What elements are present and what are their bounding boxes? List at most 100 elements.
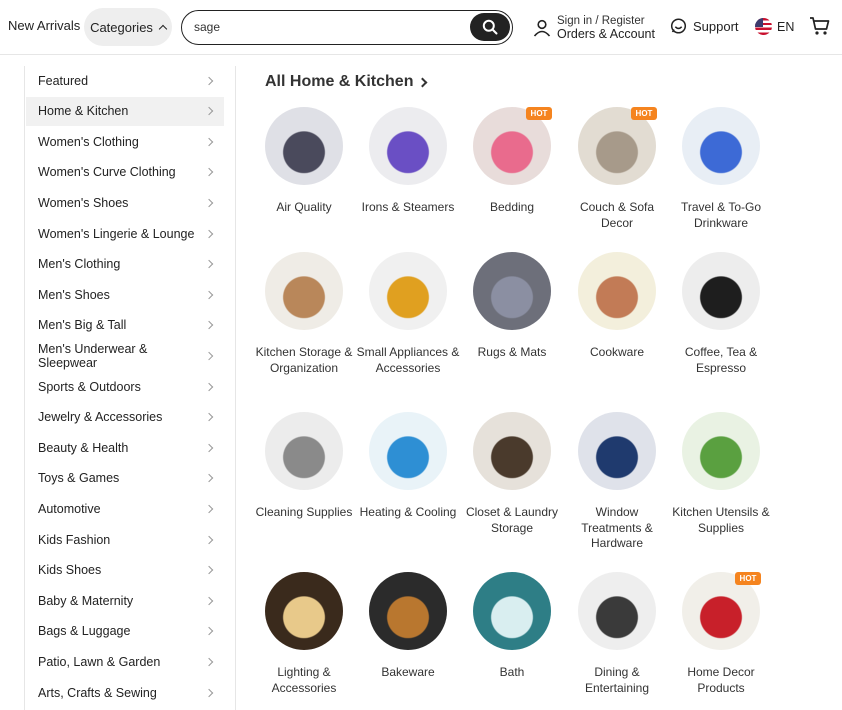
chat-icon <box>670 18 687 34</box>
sidebar-item[interactable]: Bags & Luggage <box>26 617 224 646</box>
sidebar-item[interactable]: Kids Shoes <box>26 556 224 585</box>
search-button[interactable] <box>470 13 510 41</box>
chevron-right-icon <box>204 412 214 422</box>
category-label: Small Appliances & Accessories <box>356 345 460 375</box>
category-tile[interactable]: Travel & To-Go Drinkware <box>669 107 773 231</box>
chevron-right-icon <box>204 535 214 544</box>
category-tile[interactable]: Dining & Entertaining <box>565 572 669 696</box>
category-label: Lighting & Accessories <box>271 665 337 695</box>
sidebar-item-label: Jewelry & Accessories <box>38 410 163 425</box>
category-tile[interactable]: Kitchen Storage & Organization <box>252 252 356 376</box>
sidebar-item-label: Men's Big & Tall <box>38 318 127 333</box>
category-tile[interactable]: Heating & Cooling <box>356 412 460 521</box>
sidebar-item[interactable]: Toys & Games <box>26 464 224 493</box>
chevron-right-icon <box>204 321 214 330</box>
category-label: Bath <box>499 665 525 679</box>
sidebar-item[interactable]: Men's Big & Tall <box>26 311 224 340</box>
category-tile[interactable]: Bakeware <box>356 572 460 681</box>
category-tile[interactable]: HOT Bedding <box>460 107 564 216</box>
category-tile[interactable]: Irons & Steamers <box>356 107 460 216</box>
section-title: All Home & Kitchen <box>265 73 414 90</box>
category-label: Kitchen Storage & Organization <box>255 345 353 375</box>
chevron-right-icon <box>204 168 214 177</box>
sidebar-item[interactable]: Featured <box>26 66 224 95</box>
categories-button[interactable]: Categories <box>84 8 172 46</box>
sidebar-item-label: Sports & Outdoors <box>38 379 141 394</box>
account-menu[interactable]: Sign in / Register Orders & Account <box>533 15 655 41</box>
category-label: Heating & Cooling <box>359 505 457 519</box>
sidebar-item-label: Featured <box>38 73 89 88</box>
sidebar-item-label: Women's Shoes <box>38 195 129 210</box>
cart-icon <box>810 17 830 35</box>
top-header: New Arrivals Categories Sign in / Regist… <box>0 0 842 55</box>
search-bar <box>181 10 513 45</box>
category-image <box>265 107 343 185</box>
sidebar-item[interactable]: Beauty & Health <box>26 433 224 462</box>
category-tile[interactable]: HOT Home Decor Products <box>669 572 773 696</box>
category-image <box>369 252 447 330</box>
category-tile[interactable]: Window Treatments & Hardware <box>565 412 669 552</box>
category-image <box>578 252 656 330</box>
category-tile[interactable]: Closet & Laundry Storage <box>460 412 564 536</box>
category-tile[interactable]: Bath <box>460 572 564 681</box>
category-label: Cookware <box>589 345 645 359</box>
category-tile[interactable]: HOT Couch & Sofa Decor <box>565 107 669 231</box>
categories-label: Categories <box>90 19 153 35</box>
sidebar-item[interactable]: Men's Clothing <box>26 250 224 279</box>
category-image <box>369 107 447 185</box>
category-label: Irons & Steamers <box>361 200 455 214</box>
sidebar-item-label: Women's Curve Clothing <box>38 165 176 180</box>
category-tile[interactable]: Coffee, Tea & Espresso <box>669 252 773 376</box>
new-arrivals-link[interactable]: New Arrivals <box>8 18 80 33</box>
category-tile[interactable]: Small Appliances & Accessories <box>356 252 460 376</box>
category-image <box>473 572 551 650</box>
chevron-right-icon <box>418 77 428 87</box>
sidebar-item[interactable]: Kids Fashion <box>26 525 224 554</box>
chevron-up-icon <box>158 24 168 34</box>
sidebar-item[interactable]: Arts, Crafts & Sewing <box>26 678 224 707</box>
category-image <box>682 107 760 185</box>
category-label: Bedding <box>489 200 535 214</box>
chevron-right-icon <box>204 198 214 208</box>
sidebar-item[interactable]: Women's Shoes <box>26 188 224 217</box>
sidebar-item-label: Men's Underwear & Sleepwear <box>38 341 148 370</box>
sidebar-item[interactable]: Patio, Lawn & Garden <box>26 647 224 676</box>
sidebar-item[interactable]: Women's Clothing <box>26 127 224 156</box>
category-tile[interactable]: Lighting & Accessories <box>252 572 356 696</box>
category-image <box>265 412 343 490</box>
sidebar-item[interactable]: Automotive <box>26 494 224 523</box>
sidebar-item[interactable]: Baby & Maternity <box>26 586 224 615</box>
sidebar-item[interactable]: Women's Lingerie & Lounge <box>26 219 224 248</box>
category-label: Window Treatments & Hardware <box>581 505 653 550</box>
sidebar-item[interactable]: Jewelry & Accessories <box>26 403 224 432</box>
category-image <box>369 412 447 490</box>
category-label: Kitchen Utensils & Supplies <box>672 505 770 535</box>
category-tile[interactable]: Air Quality <box>252 107 356 216</box>
category-tile[interactable]: Kitchen Utensils & Supplies <box>669 412 773 536</box>
category-tile[interactable]: Rugs & Mats <box>460 252 564 361</box>
sidebar-item-label: Patio, Lawn & Garden <box>38 654 161 669</box>
support-label: Support <box>693 19 739 34</box>
category-label: Travel & To-Go Drinkware <box>680 200 762 230</box>
category-label: Closet & Laundry Storage <box>465 505 559 535</box>
category-image <box>578 572 656 650</box>
search-input[interactable] <box>194 11 464 43</box>
sidebar-item[interactable]: Sports & Outdoors <box>26 372 224 401</box>
section-title-link[interactable]: All Home & Kitchen <box>265 73 428 91</box>
category-image <box>265 252 343 330</box>
category-image <box>682 412 760 490</box>
orders-account-link[interactable]: Orders & Account <box>557 28 655 41</box>
support-link[interactable]: Support <box>670 18 739 35</box>
sidebar-item-label: Baby & Maternity <box>38 593 134 608</box>
sidebar-item[interactable]: Men's Underwear & Sleepwear <box>26 341 224 370</box>
sidebar-item[interactable]: Women's Curve Clothing <box>26 158 224 187</box>
category-image <box>578 412 656 490</box>
sidebar-item[interactable]: Men's Shoes <box>26 280 224 309</box>
sidebar-item[interactable]: Home & Kitchen <box>26 96 224 126</box>
chevron-right-icon <box>204 627 214 636</box>
sidebar-item-label: Men's Clothing <box>38 257 121 272</box>
category-tile[interactable]: Cookware <box>565 252 669 361</box>
language-selector[interactable]: EN <box>755 18 794 35</box>
cart-button[interactable] <box>809 16 831 41</box>
category-tile[interactable]: Cleaning Supplies <box>252 412 356 521</box>
